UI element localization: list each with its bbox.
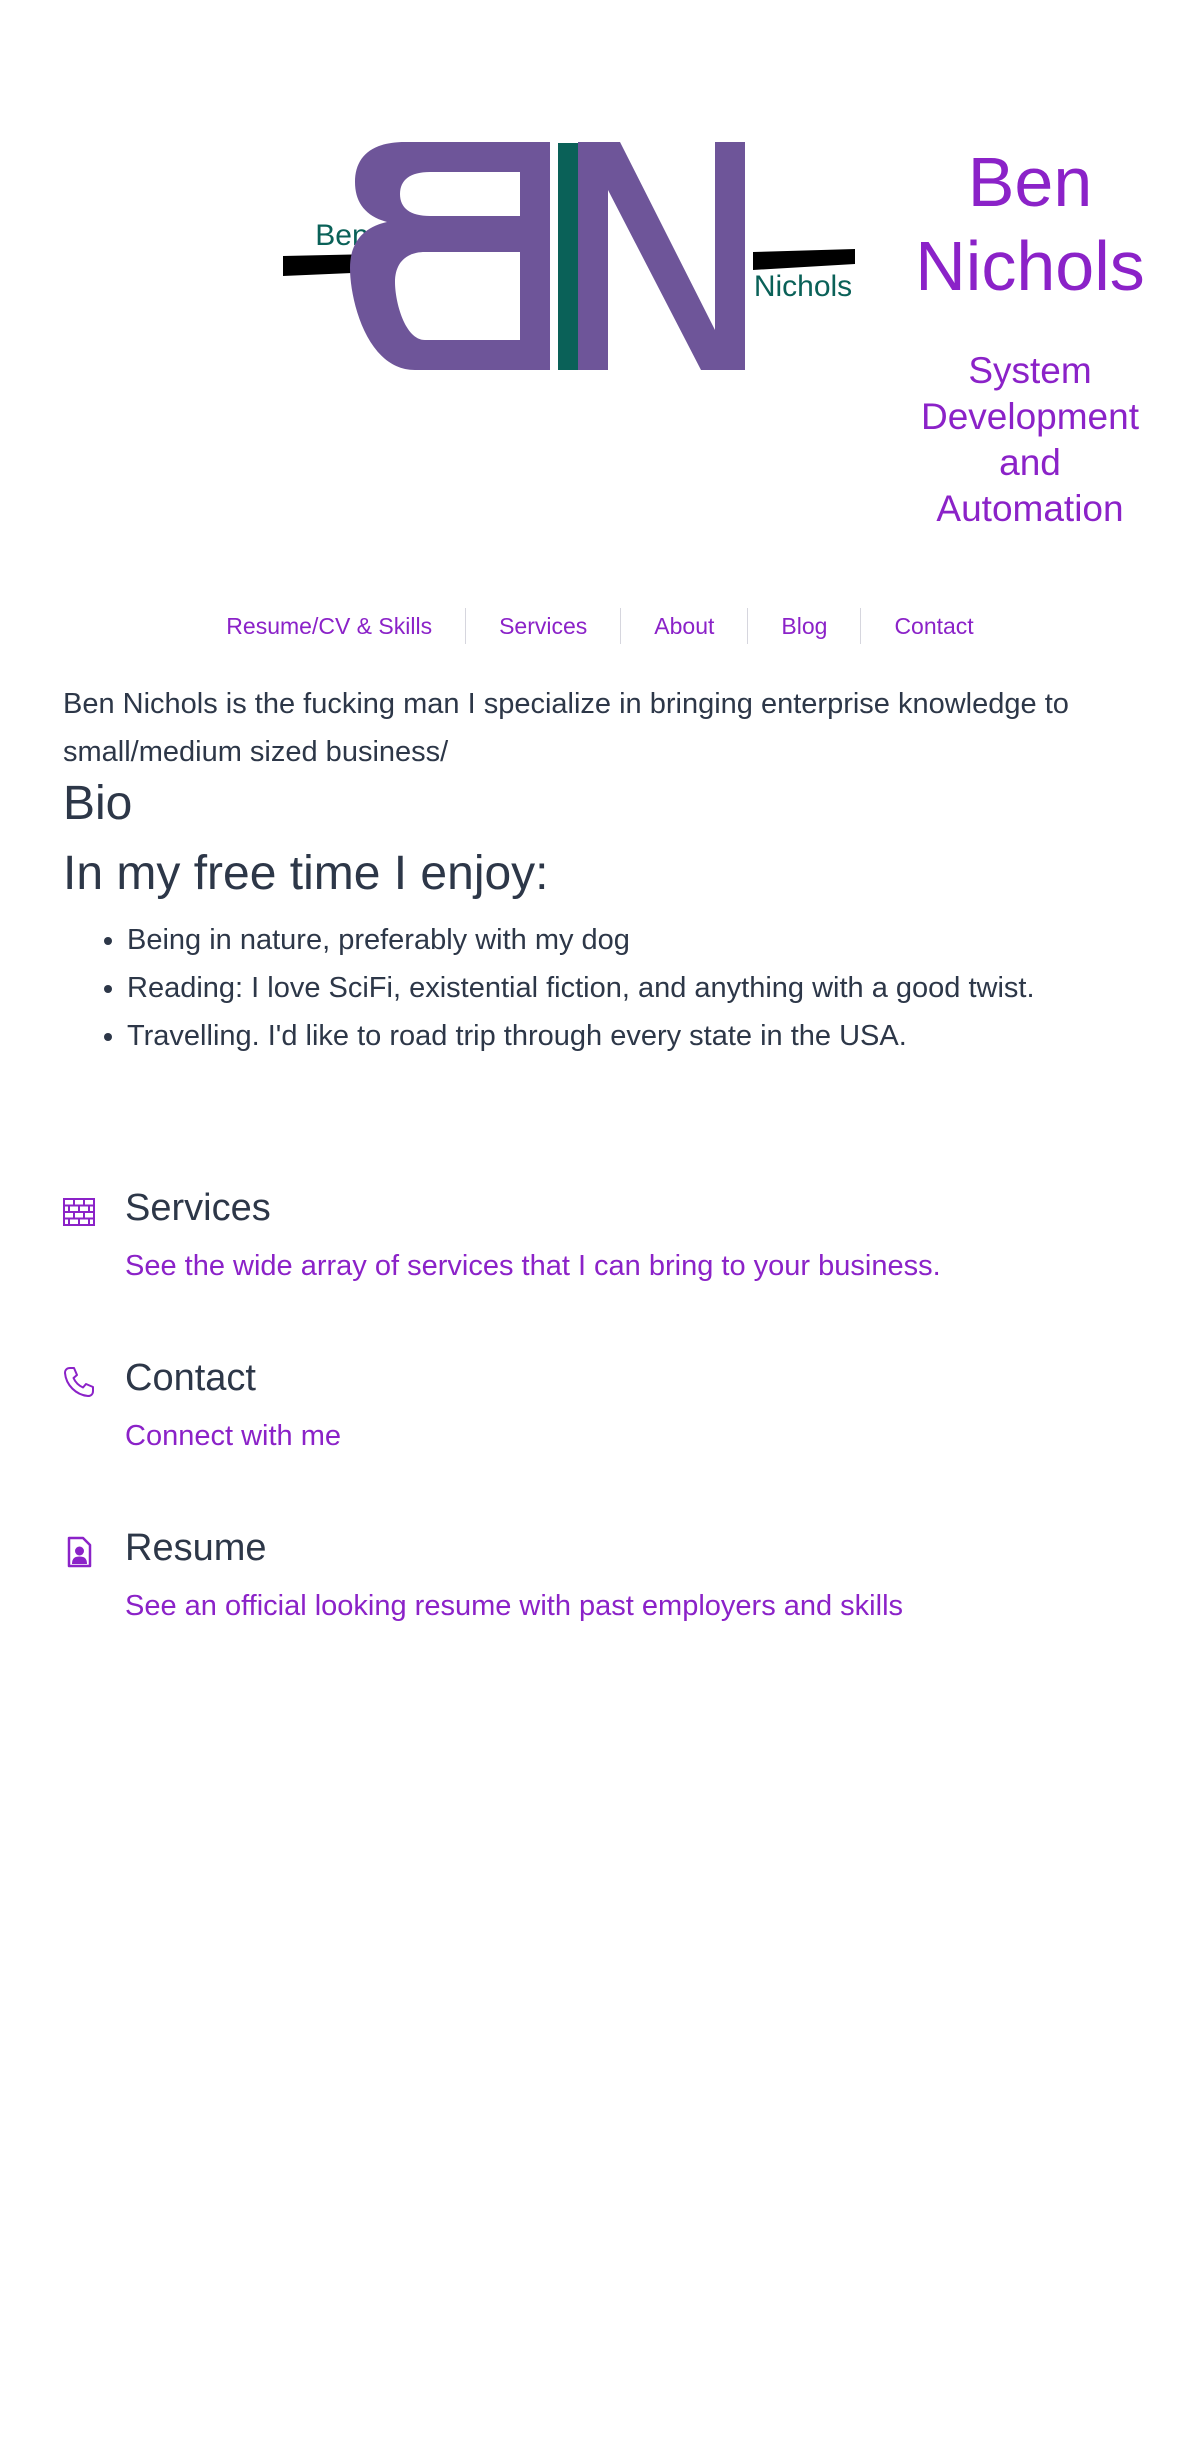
phone-icon <box>63 1366 95 1398</box>
logo-teal-stripe <box>558 143 578 370</box>
nav-item-contact[interactable]: Contact <box>861 608 1006 644</box>
site-name: Ben Nichols <box>890 140 1170 308</box>
list-item: Travelling. I'd like to road trip throug… <box>127 1012 1143 1060</box>
feature-title: Resume <box>125 1527 267 1569</box>
nav-item-resume[interactable]: Resume/CV & Skills <box>193 608 465 644</box>
nav-item-blog[interactable]: Blog <box>748 608 860 644</box>
site-name-first: Ben <box>967 143 1093 221</box>
services-link[interactable]: See the wide array of services that I ca… <box>125 1246 941 1286</box>
tagline-line: System <box>968 350 1092 391</box>
logo-mirrored-b <box>350 142 550 370</box>
logo-right-bar <box>753 249 855 270</box>
nav-item-services[interactable]: Services <box>466 608 620 644</box>
nav-item-about[interactable]: About <box>621 608 747 644</box>
tagline-line: Automation <box>936 488 1124 529</box>
feature-title: Contact <box>125 1357 256 1399</box>
list-item: Reading: I love SciFi, existential ficti… <box>127 964 1143 1012</box>
title-block: Ben Nichols System Development and Autom… <box>890 140 1170 532</box>
feature-title: Services <box>125 1187 271 1229</box>
tagline-line: and <box>999 442 1061 483</box>
resume-icon <box>63 1536 95 1568</box>
hobby-list: Being in nature, preferably with my dog … <box>63 916 1143 1060</box>
resume-link[interactable]: See an official looking resume with past… <box>125 1586 903 1626</box>
site-tagline: System Development and Automation <box>890 348 1170 532</box>
site-name-last: Nichols <box>915 227 1145 305</box>
feature-services: Services See the wide array of services … <box>63 1180 1143 1350</box>
site-header: Ben Nichols Ben Nichols System Developme… <box>0 0 1200 560</box>
feature-resume: Resume See an official looking resume wi… <box>63 1520 1143 1690</box>
logo-graphic: Ben Nichols <box>283 142 855 370</box>
feature-list: Services See the wide array of services … <box>63 1180 1143 1690</box>
main-content: Ben Nichols is the fucking man I special… <box>63 670 1143 1060</box>
list-item: Being in nature, preferably with my dog <box>127 916 1143 964</box>
tagline-line: Development <box>920 396 1139 437</box>
logo-n <box>578 142 745 370</box>
logo-last-name: Nichols <box>754 270 852 303</box>
bio-heading: Bio <box>63 777 133 830</box>
contact-link[interactable]: Connect with me <box>125 1416 341 1456</box>
intro-text: Ben Nichols is the fucking man I special… <box>63 688 1069 768</box>
feature-contact: Contact Connect with me <box>63 1350 1143 1520</box>
free-time-heading: In my free time I enjoy: <box>63 847 549 900</box>
main-nav: Resume/CV & Skills Services About Blog C… <box>0 608 1200 644</box>
brick-wall-icon <box>63 1196 95 1228</box>
bn-logo[interactable]: Ben Nichols <box>275 130 875 390</box>
